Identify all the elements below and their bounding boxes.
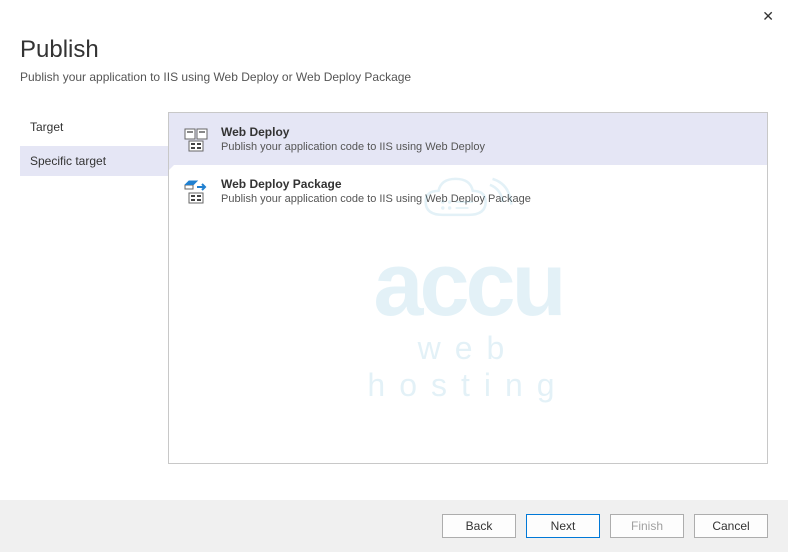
sidebar-item-specific-target[interactable]: Specific target <box>20 146 168 176</box>
option-text: Web Deploy Publish your application code… <box>221 125 753 153</box>
watermark-brand: accu <box>319 245 618 326</box>
option-text: Web Deploy Package Publish your applicat… <box>221 177 753 205</box>
next-button[interactable]: Next <box>526 514 600 538</box>
cancel-button[interactable]: Cancel <box>694 514 768 538</box>
options-panel: accu web hosting Web Deploy P <box>168 112 768 464</box>
wizard-sidebar: Target Specific target <box>20 112 168 464</box>
page-title: Publish <box>20 36 768 64</box>
option-web-deploy-package[interactable]: Web Deploy Package Publish your applicat… <box>169 165 767 217</box>
web-deploy-icon <box>183 127 209 153</box>
page-subtitle: Publish your application to IIS using We… <box>20 70 768 84</box>
back-button[interactable]: Back <box>442 514 516 538</box>
button-bar: Back Next Finish Cancel <box>0 500 788 552</box>
option-desc: Publish your application code to IIS usi… <box>221 141 753 153</box>
sidebar-item-label: Target <box>30 120 63 134</box>
finish-button: Finish <box>610 514 684 538</box>
close-button[interactable]: ✕ <box>762 8 774 25</box>
option-title: Web Deploy Package <box>221 177 753 191</box>
sidebar-item-label: Specific target <box>30 154 106 168</box>
option-desc: Publish your application code to IIS usi… <box>221 193 753 205</box>
web-deploy-package-icon <box>183 179 209 205</box>
sidebar-item-target[interactable]: Target <box>20 112 168 142</box>
content-area: Target Specific target accu web hosting <box>0 92 788 464</box>
watermark-tagline: web hosting <box>319 330 618 404</box>
option-web-deploy[interactable]: Web Deploy Publish your application code… <box>169 113 767 165</box>
dialog-header: Publish Publish your application to IIS … <box>0 0 788 92</box>
option-title: Web Deploy <box>221 125 753 139</box>
